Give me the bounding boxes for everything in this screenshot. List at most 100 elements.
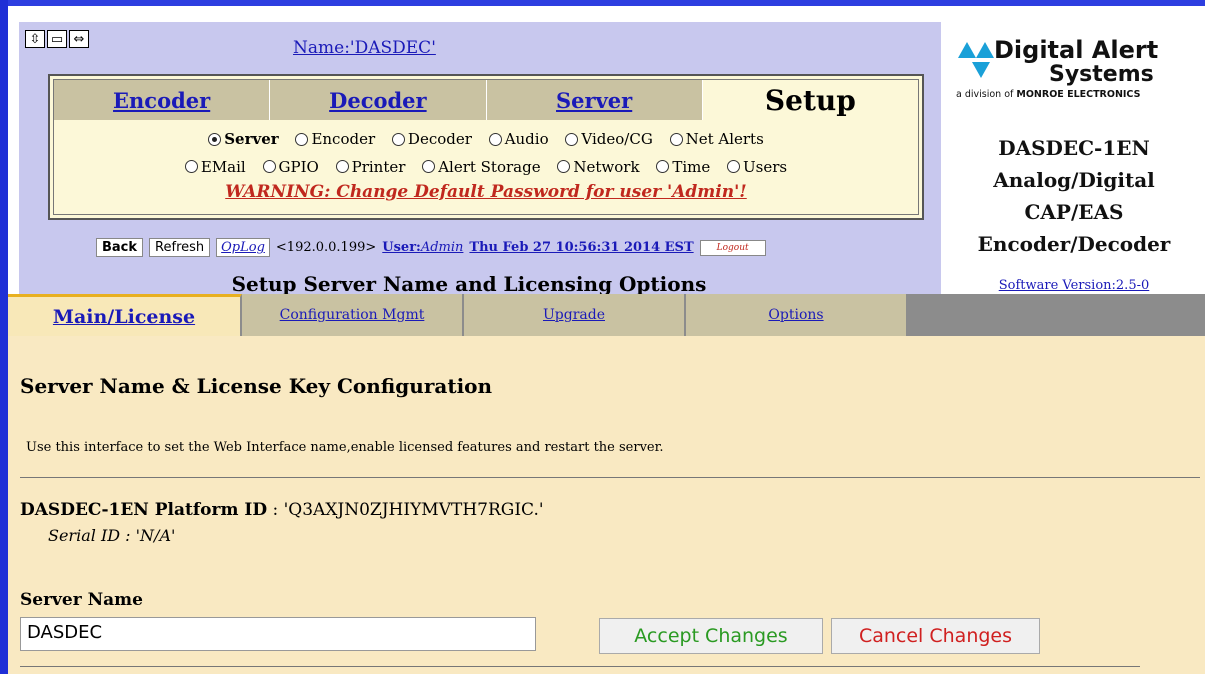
oplog-button[interactable]: OpLog bbox=[216, 238, 270, 257]
radio-label: Video/CG bbox=[581, 130, 653, 148]
radio-label: Encoder bbox=[311, 130, 376, 148]
logo: Digital Alert bbox=[958, 36, 1158, 64]
logo-tagline: a division of MONROE ELECTRONICS bbox=[956, 89, 1140, 100]
user-link[interactable]: User:Admin bbox=[382, 240, 463, 255]
radio-icon bbox=[391, 132, 405, 146]
radio-icon bbox=[422, 160, 436, 173]
radio-net-alerts[interactable]: Net Alerts bbox=[669, 126, 764, 152]
radio-audio[interactable]: Audio bbox=[488, 126, 549, 152]
accept-changes-button[interactable]: Accept Changes bbox=[599, 618, 823, 654]
logo-text-2: Systems bbox=[1049, 62, 1154, 87]
refresh-button[interactable]: Refresh bbox=[149, 238, 211, 257]
server-name-label: Server Name bbox=[20, 590, 143, 610]
logout-button[interactable]: Logout bbox=[699, 239, 766, 256]
radio-icon bbox=[565, 132, 579, 146]
radio-label: GPIO bbox=[278, 157, 319, 176]
radio-selected-icon bbox=[208, 132, 222, 146]
platform-label: DASDEC-1EN Platform ID bbox=[20, 500, 268, 520]
back-button[interactable]: Back bbox=[96, 238, 144, 257]
radio-label: Alert Storage bbox=[438, 157, 541, 176]
resize-icon[interactable]: ⇔ bbox=[69, 30, 89, 48]
divider bbox=[20, 477, 1200, 478]
cancel-changes-button[interactable]: Cancel Changes bbox=[831, 618, 1040, 654]
radio-label: Audio bbox=[504, 130, 549, 148]
header: ⇳ ▭ ⇔ Name:'DASDEC' Encoder Decoder Serv… bbox=[8, 6, 1200, 299]
radio-label: Time bbox=[672, 157, 711, 176]
subtab-configuration-mgmt[interactable]: Configuration Mgmt bbox=[242, 294, 464, 336]
logo-text-1: Digital Alert bbox=[994, 36, 1159, 64]
radio-alert-storage[interactable]: Alert Storage bbox=[422, 154, 541, 180]
radio-row-1: Server Encoder Decoder Audio Video/CG Ne… bbox=[54, 126, 918, 154]
logo-triangle-down-icon bbox=[972, 62, 990, 82]
radio-icon bbox=[727, 160, 741, 173]
frame-controls: ⇳ ▭ ⇔ bbox=[25, 30, 89, 48]
radio-decoder[interactable]: Decoder bbox=[391, 126, 472, 152]
radio-email[interactable]: EMail bbox=[184, 154, 246, 180]
server-name-input[interactable]: DASDEC bbox=[20, 617, 536, 651]
radio-server[interactable]: Server bbox=[208, 126, 279, 152]
sub-tabs: Main/License Configuration Mgmt Upgrade … bbox=[8, 294, 1205, 336]
section-description: Use this interface to set the Web Interf… bbox=[26, 440, 664, 455]
radio-users[interactable]: Users bbox=[727, 154, 787, 180]
divider bbox=[20, 666, 1140, 667]
tab-setup[interactable]: Setup bbox=[702, 80, 918, 120]
brand-panel: Digital Alert Systems a division of MONR… bbox=[948, 22, 1200, 299]
page-title: Setup Server Name and Licensing Options bbox=[231, 272, 707, 296]
radio-icon bbox=[669, 132, 683, 146]
window: ⇳ ▭ ⇔ Name:'DASDEC' Encoder Decoder Serv… bbox=[0, 0, 1205, 674]
radio-icon bbox=[262, 160, 276, 173]
radio-gpio[interactable]: GPIO bbox=[262, 154, 319, 180]
product-line-3: CAP/EAS bbox=[1024, 200, 1124, 224]
product-line-1: DASDEC-1EN bbox=[998, 136, 1150, 160]
radio-network[interactable]: Network bbox=[557, 154, 640, 180]
platform-id: DASDEC-1EN Platform ID : 'Q3AXJN0ZJHIYMV… bbox=[20, 500, 544, 520]
user-prefix: User: bbox=[382, 240, 421, 255]
radio-icon bbox=[335, 160, 349, 173]
ip-address: <192.0.0.199> bbox=[275, 240, 377, 255]
radio-icon bbox=[488, 132, 502, 146]
device-name-link[interactable]: Name:'DASDEC' bbox=[293, 38, 436, 58]
platform-value: : 'Q3AXJN0ZJHIYMVTH7RGIC.' bbox=[267, 500, 544, 520]
radio-encoder[interactable]: Encoder bbox=[295, 126, 375, 152]
tab-server[interactable]: Server bbox=[486, 80, 703, 120]
user-name: Admin bbox=[420, 240, 464, 255]
product-line-2: Analog/Digital bbox=[993, 168, 1155, 192]
password-warning-link[interactable]: WARNING: Change Default Password for use… bbox=[54, 179, 918, 205]
product-line-4: Encoder/Decoder bbox=[977, 232, 1171, 256]
tab-decoder[interactable]: Decoder bbox=[270, 80, 487, 120]
window-left-border bbox=[0, 0, 8, 674]
subtab-upgrade[interactable]: Upgrade bbox=[464, 294, 686, 336]
main-nav-box: Encoder Decoder Server Setup Server Enco… bbox=[48, 74, 924, 220]
software-version-link[interactable]: Software Version:2.5-0 bbox=[948, 278, 1200, 293]
datetime-link[interactable]: Thu Feb 27 10:56:31 2014 EST bbox=[469, 240, 693, 255]
radio-row-2: EMail GPIO Printer Alert Storage Network… bbox=[54, 154, 918, 182]
radio-time[interactable]: Time bbox=[656, 154, 710, 180]
section-title: Server Name & License Key Configuration bbox=[20, 374, 493, 398]
fullscreen-icon[interactable]: ⇳ bbox=[25, 30, 45, 48]
nav-row: Back Refresh OpLog <192.0.0.199> User:Ad… bbox=[96, 238, 766, 257]
radio-label: Printer bbox=[351, 157, 406, 176]
radio-label: Users bbox=[743, 157, 788, 176]
serial-id: Serial ID : 'N/A' bbox=[48, 526, 176, 545]
radio-icon bbox=[184, 160, 198, 173]
radio-video-cg[interactable]: Video/CG bbox=[565, 126, 653, 152]
main-nav-inner: Encoder Decoder Server Setup Server Enco… bbox=[53, 79, 919, 215]
radio-icon bbox=[295, 132, 309, 146]
subtab-options[interactable]: Options bbox=[686, 294, 908, 336]
tagline-prefix: a division of bbox=[956, 89, 1017, 100]
logo-triangle-icon bbox=[958, 42, 976, 58]
radio-label: Network bbox=[573, 157, 640, 176]
main-content: Server Name & License Key Configuration … bbox=[8, 336, 1205, 674]
main-tabs: Encoder Decoder Server Setup bbox=[54, 80, 918, 120]
radio-printer[interactable]: Printer bbox=[335, 154, 406, 180]
radio-label: Decoder bbox=[407, 130, 472, 148]
radio-label: Server bbox=[224, 130, 279, 148]
subtab-main-license[interactable]: Main/License bbox=[8, 294, 242, 336]
setup-radio-group: Server Encoder Decoder Audio Video/CG Ne… bbox=[54, 126, 918, 205]
radio-label: Net Alerts bbox=[685, 130, 764, 148]
frame-icon[interactable]: ▭ bbox=[47, 30, 67, 48]
radio-label: EMail bbox=[200, 157, 246, 176]
radio-icon bbox=[656, 160, 670, 173]
tab-encoder[interactable]: Encoder bbox=[54, 80, 271, 120]
tagline-company: MONROE ELECTRONICS bbox=[1016, 89, 1141, 100]
